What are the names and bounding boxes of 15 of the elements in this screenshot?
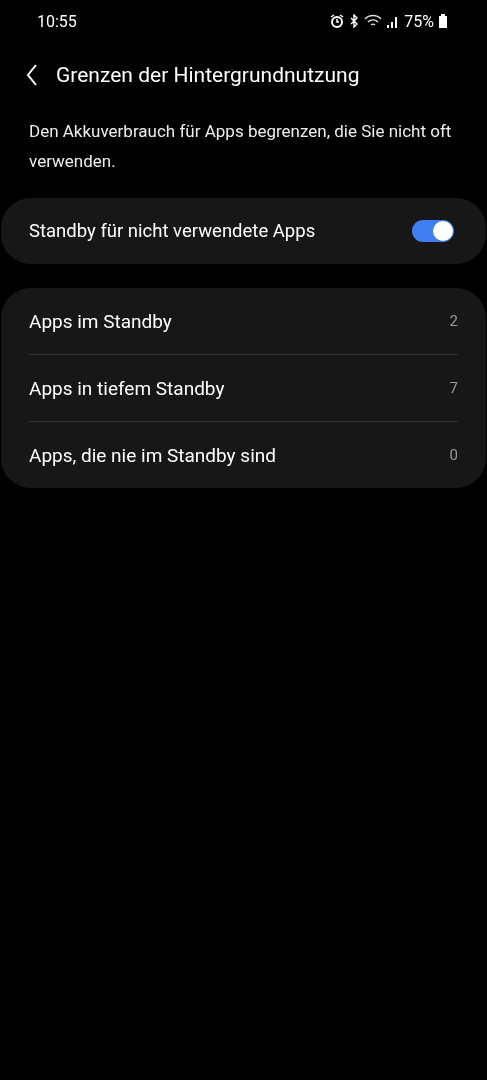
standby-setting[interactable]: Standby für nicht verwendete Apps [1,198,486,264]
setting-label: Standby für nicht verwendete Apps [29,220,316,242]
list-item[interactable]: Apps in tiefem Standby 7 [29,355,458,421]
battery-icon [439,14,447,28]
toggle-switch[interactable] [412,220,454,242]
list-item[interactable]: Apps, die nie im Standby sind 0 [29,422,458,488]
signal-icon [387,14,400,28]
battery-percent: 75% [404,11,434,31]
description-text: Den Akkuverbrauch für Apps begrenzen, die Sie nicht oft verwenden. [29,120,453,173]
bluetooth-icon [349,14,360,28]
page-title: Grenzen der Hintergrundnutzung [56,63,360,87]
status-time: 10:55 [37,11,77,31]
wifi-icon [364,14,383,28]
list-item[interactable]: Apps im Standby 2 [29,288,458,354]
alarm-icon [330,14,345,28]
